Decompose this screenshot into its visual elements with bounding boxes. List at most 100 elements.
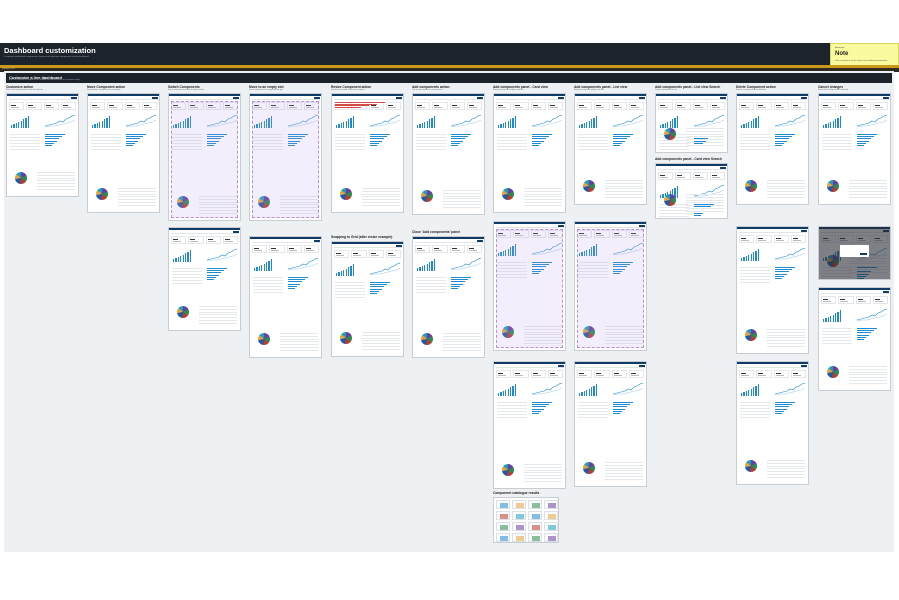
kpi-card	[252, 245, 268, 253]
kpi-value	[468, 104, 474, 106]
table-row	[686, 194, 724, 195]
dashboard-frame[interactable]	[493, 93, 566, 213]
confirm-button[interactable]	[859, 253, 867, 256]
catalog-item[interactable]	[528, 500, 542, 509]
customize-button[interactable]	[70, 97, 77, 100]
kpi-caption	[677, 107, 686, 108]
customize-button[interactable]	[151, 97, 158, 100]
catalog-item[interactable]	[528, 522, 542, 531]
dashboard-frame[interactable]	[6, 93, 79, 197]
column-description: Browse the component catalog in list vie…	[574, 89, 604, 91]
dashboard-frame[interactable]	[168, 93, 241, 221]
customize-button[interactable]	[638, 225, 645, 228]
kpi-caption	[143, 107, 152, 108]
customize-button[interactable]	[882, 97, 889, 100]
table-row	[443, 192, 481, 194]
dashboard-frame[interactable]	[412, 93, 485, 215]
catalog-item[interactable]	[544, 511, 558, 520]
customize-button[interactable]	[557, 97, 564, 100]
customize-button[interactable]	[557, 225, 564, 228]
dashboard-frame[interactable]	[655, 93, 728, 153]
customize-button[interactable]	[638, 97, 645, 100]
table-row	[524, 202, 562, 203]
catalog-item[interactable]	[496, 511, 510, 520]
hbar-mark	[451, 285, 460, 287]
dashboard-frame[interactable]	[574, 93, 647, 205]
catalog-item[interactable]	[496, 500, 510, 509]
catalog-item[interactable]	[512, 511, 526, 520]
table-row	[578, 414, 608, 415]
customize-button[interactable]	[800, 365, 807, 368]
bar-mark	[827, 317, 829, 322]
kpi-value	[579, 372, 584, 374]
dashboard-frame[interactable]	[736, 93, 809, 205]
customize-button[interactable]	[232, 97, 239, 100]
dashboard-frame[interactable]	[87, 93, 160, 213]
dashboard-frame[interactable]	[818, 287, 891, 391]
bar-mark	[676, 186, 678, 198]
catalog-item[interactable]	[512, 533, 526, 542]
customize-button[interactable]	[638, 365, 645, 368]
kpi-card	[739, 370, 755, 378]
dashboard-frame[interactable]	[168, 227, 241, 331]
customize-button[interactable]	[313, 97, 320, 100]
dashboard-frame[interactable]	[736, 226, 809, 354]
table-row	[740, 134, 770, 135]
catalog-item[interactable]	[512, 500, 526, 509]
dashboard-frame[interactable]	[331, 93, 404, 213]
table-row	[497, 411, 527, 412]
customize-button[interactable]	[800, 230, 807, 233]
hbar-mark	[775, 410, 784, 412]
dashboard-frame[interactable]	[736, 361, 809, 485]
bar-mark	[270, 259, 272, 271]
catalog-item[interactable]	[544, 522, 558, 531]
dashboard-frame[interactable]	[331, 241, 404, 357]
catalog-item[interactable]	[512, 522, 526, 531]
confirm-dialog[interactable]	[840, 245, 869, 257]
catalog-item[interactable]	[496, 533, 510, 542]
dashboard-frame[interactable]	[493, 221, 566, 351]
catalog-preview	[500, 503, 508, 508]
catalog-item[interactable]	[544, 500, 558, 509]
catalog-item[interactable]	[528, 511, 542, 520]
kpi-caption	[434, 107, 443, 108]
customize-button[interactable]	[719, 97, 726, 100]
customize-button[interactable]	[476, 240, 483, 243]
customize-button[interactable]	[557, 365, 564, 368]
sticky-note[interactable]: Annotation Note Click on any link to see…	[830, 43, 899, 66]
customize-button[interactable]	[395, 97, 402, 100]
component-catalogue[interactable]	[493, 497, 559, 543]
dashboard-frame[interactable]	[249, 93, 322, 221]
dashboard-frame[interactable]	[249, 236, 322, 358]
kpi-caption	[792, 107, 801, 108]
table-row	[524, 204, 562, 206]
customize-button[interactable]	[232, 231, 239, 234]
dashboard-frame[interactable]	[818, 93, 891, 205]
dashboard-frame[interactable]	[655, 163, 728, 219]
line-series	[613, 114, 643, 127]
kpi-value	[711, 104, 717, 106]
kpi-caption	[775, 240, 784, 241]
hbar-mark	[613, 142, 622, 144]
catalog-item[interactable]	[496, 522, 510, 531]
table-row	[578, 402, 608, 403]
table-row	[497, 137, 527, 138]
customize-button[interactable]	[476, 97, 483, 100]
dashboard-frame[interactable]	[574, 361, 647, 487]
dashboard-frame[interactable]	[818, 226, 891, 280]
dashboard-frame[interactable]	[412, 236, 485, 358]
bar-mark	[586, 390, 588, 396]
catalog-item[interactable]	[544, 533, 558, 542]
kpi-caption	[224, 241, 233, 242]
customize-button[interactable]	[800, 97, 807, 100]
dashboard-frame[interactable]	[574, 221, 647, 351]
customize-button[interactable]	[719, 167, 726, 170]
customize-button[interactable]	[882, 291, 889, 294]
customize-button[interactable]	[313, 240, 320, 243]
catalog-item[interactable]	[528, 533, 542, 542]
line-series	[207, 248, 237, 261]
dashboard-frame[interactable]	[493, 361, 566, 489]
customize-button[interactable]	[395, 245, 402, 248]
hbar-mark	[613, 136, 630, 138]
table-row	[118, 190, 156, 192]
